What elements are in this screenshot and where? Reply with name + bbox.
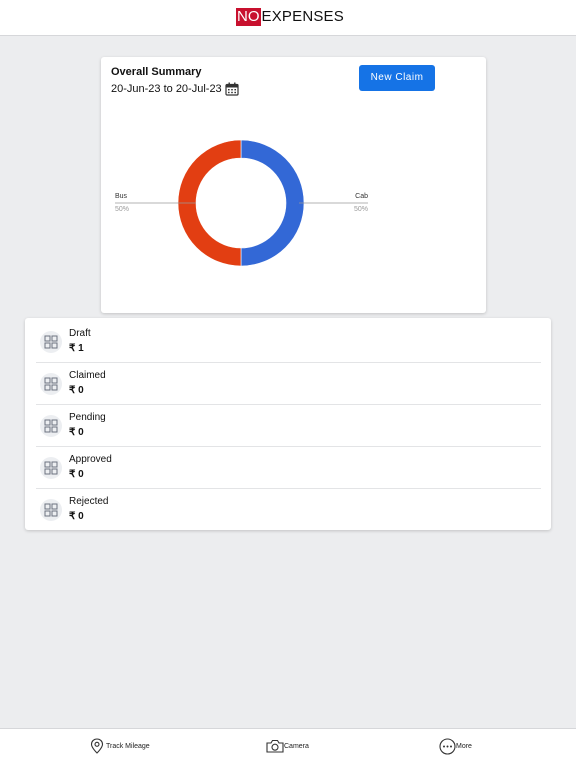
claim-status-list: Draft ₹ 1 Claimed ₹ 0 Pending ₹ 0 Approv… xyxy=(25,318,551,530)
slice-percent-cab: 50% xyxy=(354,206,368,213)
grid-icon xyxy=(40,457,62,479)
grid-icon xyxy=(40,415,62,437)
nav-label: Camera xyxy=(284,742,309,750)
grid-icon xyxy=(40,373,62,395)
status-amount: ₹ 0 xyxy=(69,469,84,480)
location-pin-icon xyxy=(90,738,104,754)
new-claim-button[interactable]: New Claim xyxy=(359,65,435,91)
nav-track-mileage[interactable]: Track Mileage xyxy=(90,737,150,755)
more-dots-icon xyxy=(439,737,456,755)
slice-label-bus: Bus xyxy=(115,193,128,200)
status-row-rejected[interactable]: Rejected ₹ 0 xyxy=(36,489,541,531)
status-label: Claimed xyxy=(69,370,106,381)
logo-text: EXPENSES xyxy=(261,8,344,25)
status-amount: ₹ 1 xyxy=(69,343,84,354)
logo-box: NO xyxy=(236,8,261,26)
status-row-pending[interactable]: Pending ₹ 0 xyxy=(36,405,541,447)
status-row-draft[interactable]: Draft ₹ 1 xyxy=(36,321,541,363)
nav-more[interactable]: More xyxy=(439,737,472,755)
slice-percent-bus: 50% xyxy=(115,206,129,213)
status-amount: ₹ 0 xyxy=(69,427,84,438)
status-amount: ₹ 0 xyxy=(69,511,84,522)
status-label: Draft xyxy=(69,328,91,339)
calendar-icon[interactable] xyxy=(225,82,239,96)
overall-summary-card: Overall Summary 20-Jun-23 to 20-Jul-23 N… xyxy=(101,57,486,313)
summary-title: Overall Summary xyxy=(111,66,202,78)
expense-donut-chart: Bus 50% Cab 50% xyxy=(115,139,368,267)
status-row-approved[interactable]: Approved ₹ 0 xyxy=(36,447,541,489)
status-amount: ₹ 0 xyxy=(69,385,84,396)
status-label: Pending xyxy=(69,412,106,423)
nav-camera[interactable]: Camera xyxy=(266,737,309,755)
bottom-navigation: Track Mileage Camera More xyxy=(0,728,576,768)
status-row-claimed[interactable]: Claimed ₹ 0 xyxy=(36,363,541,405)
nav-label: More xyxy=(456,742,472,750)
grid-icon xyxy=(40,499,62,521)
top-bar: NO EXPENSES xyxy=(0,0,576,36)
app-logo: NO EXPENSES xyxy=(236,8,344,26)
status-label: Rejected xyxy=(69,496,109,507)
slice-label-cab: Cab xyxy=(355,193,368,200)
camera-icon xyxy=(266,739,284,753)
nav-label: Track Mileage xyxy=(106,742,150,750)
status-label: Approved xyxy=(69,454,112,465)
date-range: 20-Jun-23 to 20-Jul-23 xyxy=(111,83,222,95)
grid-icon xyxy=(40,331,62,353)
donut-slice-cab xyxy=(240,139,305,267)
